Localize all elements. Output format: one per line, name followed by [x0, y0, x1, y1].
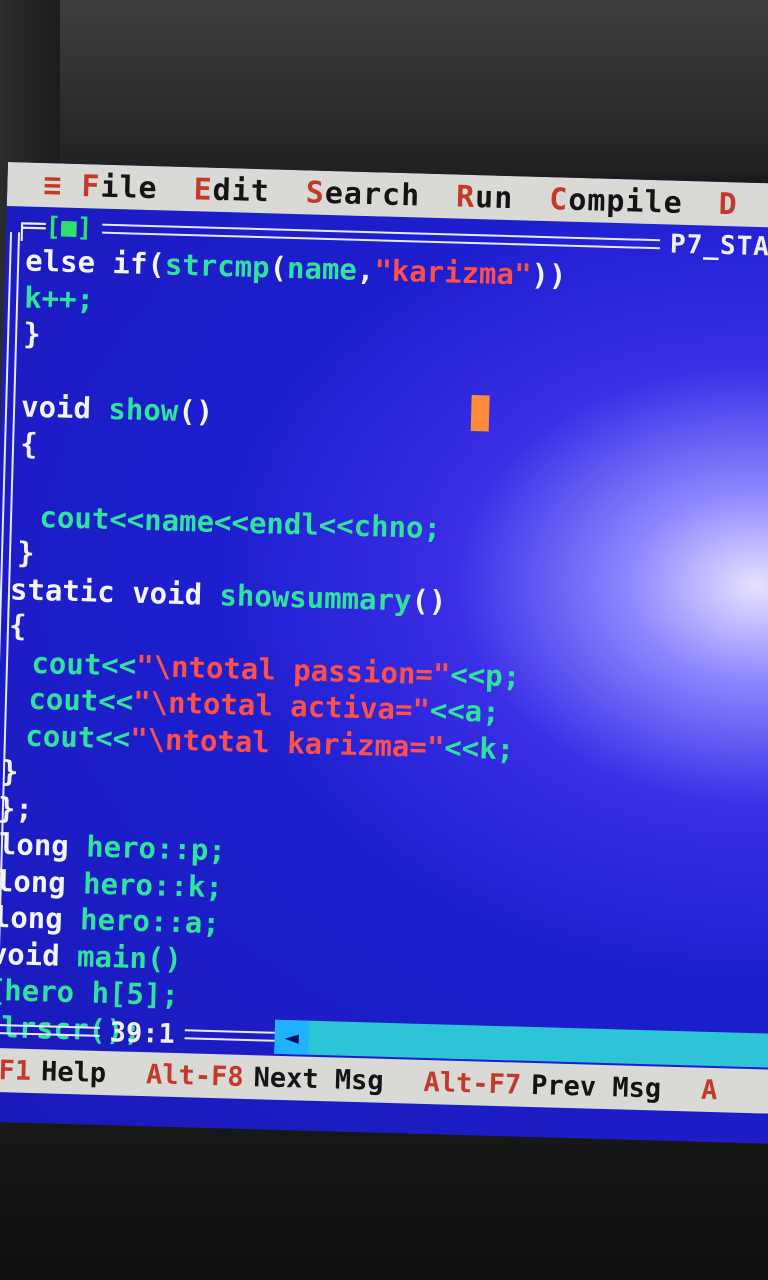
menu-search[interactable]: Search: [305, 175, 420, 213]
frame-divider: [184, 1029, 275, 1042]
code-token: long: [0, 899, 81, 937]
menu-edit[interactable]: Edit: [193, 172, 270, 209]
code-token: "\ntotal activa=": [132, 684, 431, 727]
help-key-next-msg[interactable]: Alt-F8: [146, 1059, 244, 1093]
code-token: {: [8, 608, 28, 643]
code-token: cout<<: [10, 681, 134, 719]
code-token: ,: [356, 252, 375, 288]
code-token: <<k;: [443, 729, 515, 766]
code-token: }: [22, 316, 42, 351]
code-token: k++;: [23, 280, 95, 316]
code-token: hero::a;: [79, 902, 221, 941]
code-token: {: [19, 425, 39, 461]
code-token: hero::k;: [82, 865, 224, 904]
help-label-next-msg: Next Msg: [253, 1061, 385, 1097]
frame-divider: [0, 1023, 100, 1037]
help-label-help: Help: [40, 1055, 107, 1089]
code-token: cout<<: [7, 717, 131, 756]
code-token: (: [269, 250, 288, 285]
code-token: hero::p;: [85, 829, 227, 868]
code-token: name: [286, 250, 358, 287]
file-name: P7_STA: [669, 229, 768, 263]
menu-debug[interactable]: D: [718, 186, 738, 222]
code-token: show: [107, 391, 179, 428]
menu-run[interactable]: Run: [456, 179, 514, 216]
monitor-bezel-top: [0, 0, 768, 175]
code-token: showsummary: [219, 577, 412, 617]
system-menu-icon[interactable]: ≡: [43, 168, 62, 203]
scroll-left-arrow-icon[interactable]: ◄: [274, 1019, 310, 1055]
help-key-alt[interactable]: A: [701, 1074, 718, 1105]
code-token: cout<<: [13, 644, 137, 683]
frame-divider: [102, 223, 661, 250]
code-token: <<a;: [429, 693, 501, 729]
text-cursor: [470, 395, 490, 432]
code-token: }: [16, 535, 36, 570]
turbo-cpp-screen: ≡ File Edit Search Run Compile D ╒═ [■] …: [0, 162, 768, 1144]
code-token: };: [0, 790, 34, 826]
code-token: }: [0, 754, 19, 789]
code-editor[interactable]: else if(strcmp(name,"karizma")) k++;} void…: [0, 243, 768, 1103]
code-token: void: [20, 389, 109, 426]
code-token: (): [177, 393, 214, 429]
code-token: long: [0, 827, 87, 864]
help-key-prev-msg[interactable]: Alt-F7: [423, 1066, 521, 1100]
code-token: "\ntotal karizma=": [129, 721, 445, 764]
monitor-bezel-bottom: [0, 1120, 768, 1280]
help-key-f1[interactable]: F1: [0, 1055, 32, 1087]
help-label-prev-msg: Prev Msg: [530, 1069, 662, 1105]
code-token: else if(: [24, 243, 166, 282]
menu-compile[interactable]: Compile: [549, 182, 683, 221]
code-token: (): [411, 582, 447, 618]
code-token: )): [530, 257, 567, 293]
code-token: "karizma": [373, 253, 532, 292]
code-token: void: [0, 936, 61, 973]
close-box-icon[interactable]: [■]: [45, 212, 93, 243]
code-token: main(): [76, 938, 183, 976]
code-token: long: [0, 863, 84, 900]
code-token: {hero h[5];: [0, 972, 180, 1013]
code-token: <<p;: [449, 657, 521, 693]
menu-file[interactable]: File: [81, 169, 158, 206]
code-token: static void: [9, 571, 220, 612]
cursor-position: 39:1: [109, 1016, 176, 1050]
code-token: strcmp: [164, 247, 271, 285]
